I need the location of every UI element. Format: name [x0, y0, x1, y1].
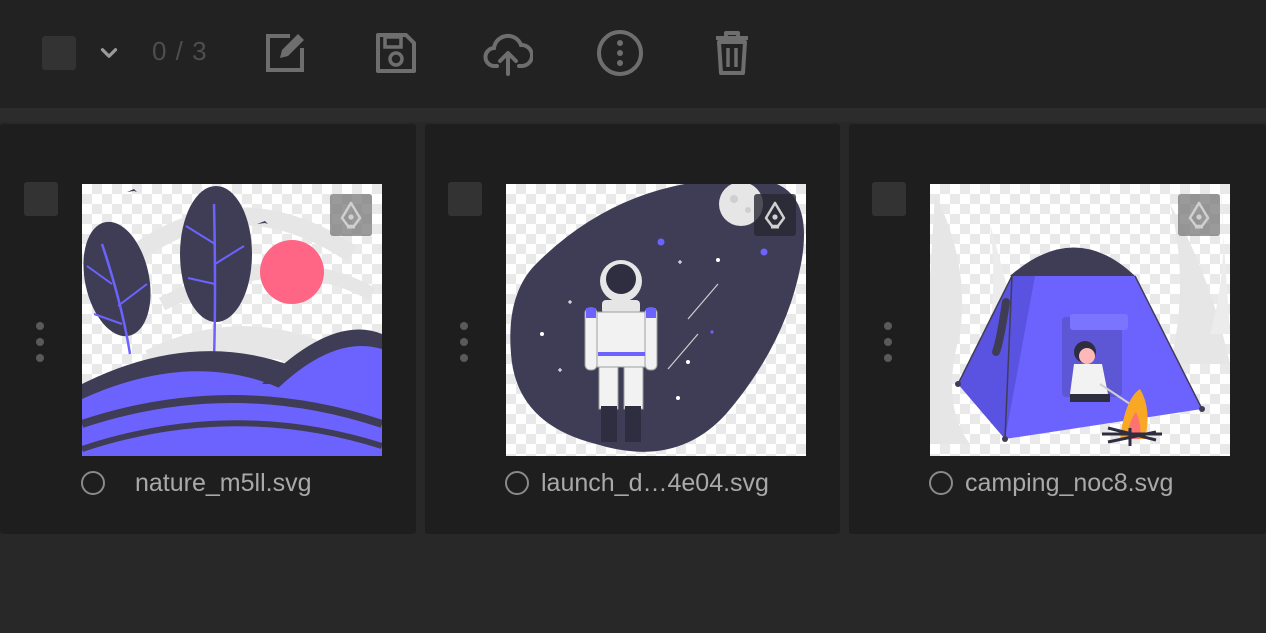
save-icon[interactable] [371, 28, 421, 78]
file-thumbnail[interactable] [82, 184, 382, 456]
file-thumbnail[interactable] [506, 184, 806, 456]
pen-tool-icon [330, 194, 372, 236]
pen-tool-icon [754, 194, 796, 236]
cloud-upload-icon[interactable] [483, 28, 533, 78]
file-card[interactable]: launch_d…4e04.svg [425, 124, 840, 534]
toolbar-divider [0, 108, 1266, 122]
drag-handle-icon[interactable] [882, 320, 894, 364]
more-info-icon[interactable] [595, 28, 645, 78]
select-all-checkbox[interactable] [42, 36, 76, 70]
file-thumbnail[interactable] [930, 184, 1230, 456]
drag-handle-icon[interactable] [458, 320, 470, 364]
file-name: nature_m5ll.svg [135, 469, 312, 497]
file-radio[interactable] [929, 471, 953, 495]
file-name: launch_d…4e04.svg [541, 469, 769, 497]
file-radio[interactable] [81, 471, 105, 495]
file-card[interactable]: nature_m5ll.svg [0, 124, 416, 534]
trash-icon[interactable] [707, 28, 757, 78]
drag-handle-icon[interactable] [34, 320, 46, 364]
file-checkbox[interactable] [872, 182, 906, 216]
selection-count: 0 / 3 [152, 36, 208, 66]
file-checkbox[interactable] [24, 182, 58, 216]
edit-icon[interactable] [260, 28, 310, 78]
empty-area [0, 534, 1266, 633]
file-radio[interactable] [505, 471, 529, 495]
pen-tool-icon [1178, 194, 1220, 236]
toolbar: 0 / 3 [0, 0, 1266, 108]
file-name: camping_noc8.svg [965, 469, 1174, 497]
file-checkbox[interactable] [448, 182, 482, 216]
chevron-down-icon[interactable] [96, 40, 122, 66]
file-card[interactable]: camping_noc8.svg [849, 124, 1266, 534]
